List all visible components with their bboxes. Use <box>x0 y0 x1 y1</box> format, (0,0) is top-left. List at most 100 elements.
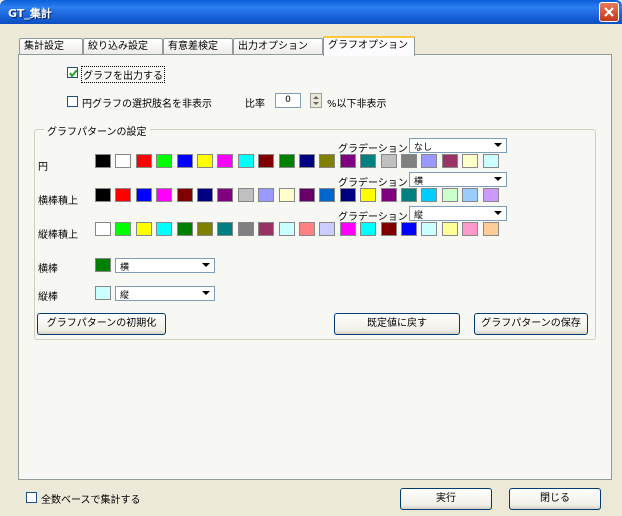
color-swatch[interactable] <box>441 188 458 202</box>
total-base-label[interactable]: 全数ベースで集計する <box>41 491 141 506</box>
color-swatch[interactable] <box>237 222 254 236</box>
close-window-button[interactable] <box>599 2 619 22</box>
gradation-label: グラデーション <box>338 144 408 155</box>
color-swatch[interactable] <box>217 222 234 236</box>
color-swatch[interactable] <box>156 222 173 236</box>
chevron-down-icon <box>491 173 506 186</box>
color-swatch[interactable] <box>156 188 173 202</box>
vbar-label: 縦棒 <box>38 292 58 303</box>
color-swatch[interactable] <box>135 222 152 236</box>
color-swatch[interactable] <box>176 222 193 236</box>
total-base-checkbox[interactable] <box>26 492 37 503</box>
color-swatch[interactable] <box>278 188 295 202</box>
color-swatch[interactable] <box>135 154 152 168</box>
hide-pie-labels-label[interactable]: 円グラフの選択肢名を非表示 <box>82 95 212 110</box>
color-swatch[interactable] <box>339 188 356 202</box>
color-swatch[interactable] <box>380 222 397 236</box>
ratio-spinner[interactable] <box>310 93 322 108</box>
color-swatch[interactable] <box>421 154 438 168</box>
run-button[interactable]: 実行 <box>400 488 492 510</box>
color-swatch[interactable] <box>176 188 193 202</box>
color-swatch[interactable] <box>115 154 132 168</box>
close-button[interactable]: 閉じる <box>509 488 601 510</box>
color-swatch[interactable] <box>135 188 152 202</box>
pie-row-label: 円 <box>38 162 48 173</box>
vbar-stack-gradation-select[interactable]: 縦 <box>409 206 507 221</box>
color-swatch[interactable] <box>401 222 417 236</box>
color-swatch[interactable] <box>176 154 193 168</box>
close-icon <box>604 7 614 17</box>
color-swatch[interactable] <box>197 154 213 168</box>
check-icon <box>69 69 78 78</box>
color-swatch[interactable] <box>115 188 132 202</box>
color-swatch[interactable] <box>197 188 213 202</box>
color-swatch[interactable] <box>482 188 499 202</box>
color-swatch[interactable] <box>95 154 111 168</box>
color-swatch[interactable] <box>319 222 336 236</box>
color-swatch[interactable] <box>401 188 417 202</box>
color-swatch[interactable] <box>258 222 275 236</box>
tab-output-options[interactable]: 出力オプション <box>233 38 323 55</box>
vbar-direction-select[interactable]: 縦 <box>115 286 215 301</box>
tab-filter-settings[interactable]: 絞り込み設定 <box>83 38 163 55</box>
color-swatch[interactable] <box>482 222 499 236</box>
color-swatch[interactable] <box>95 188 111 202</box>
color-swatch[interactable] <box>299 222 315 236</box>
gradation-label: グラデーション <box>338 178 408 189</box>
color-swatch[interactable] <box>156 154 173 168</box>
restore-default-button[interactable]: 既定値に戻す <box>334 313 460 335</box>
color-swatch[interactable] <box>339 154 356 168</box>
color-swatch[interactable] <box>339 222 356 236</box>
color-swatch[interactable] <box>217 154 234 168</box>
color-swatch[interactable] <box>462 222 479 236</box>
reset-pattern-button[interactable]: グラフパターンの初期化 <box>37 313 166 335</box>
color-swatch[interactable] <box>115 222 132 236</box>
color-swatch[interactable] <box>462 154 479 168</box>
color-swatch[interactable] <box>462 188 479 202</box>
color-swatch[interactable] <box>217 188 234 202</box>
hbar-color-swatch[interactable] <box>95 258 111 272</box>
save-pattern-button[interactable]: グラフパターンの保存 <box>474 313 588 335</box>
vbar-stack-gradation-value: 縦 <box>414 211 424 221</box>
tab-graph-options[interactable]: グラフオプション <box>323 36 415 56</box>
color-swatch[interactable] <box>278 222 295 236</box>
color-swatch[interactable] <box>299 188 315 202</box>
color-swatch[interactable] <box>299 154 315 168</box>
hide-pie-labels-checkbox[interactable] <box>67 96 78 107</box>
color-swatch[interactable] <box>380 154 397 168</box>
ratio-input[interactable]: 0 <box>275 93 301 108</box>
color-swatch[interactable] <box>278 154 295 168</box>
color-swatch[interactable] <box>237 154 254 168</box>
color-swatch[interactable] <box>95 222 111 236</box>
color-swatch[interactable] <box>441 222 458 236</box>
color-swatch[interactable] <box>258 188 275 202</box>
color-swatch[interactable] <box>441 154 458 168</box>
color-swatch[interactable] <box>401 154 417 168</box>
hbar-stack-row-label: 横棒積上 <box>38 196 78 207</box>
color-swatch[interactable] <box>360 188 377 202</box>
color-swatch[interactable] <box>360 222 377 236</box>
hbar-stack-gradation-select[interactable]: 横 <box>409 172 507 187</box>
color-swatch[interactable] <box>482 154 499 168</box>
vbar-color-swatch[interactable] <box>95 286 111 300</box>
output-graph-checkbox[interactable] <box>67 67 78 78</box>
vbar-stack-row-label: 縦棒積上 <box>38 230 78 241</box>
tab-tally-settings[interactable]: 集計設定 <box>19 38 83 55</box>
color-swatch[interactable] <box>197 222 213 236</box>
color-swatch[interactable] <box>237 188 254 202</box>
color-swatch[interactable] <box>258 154 275 168</box>
hbar-direction-select[interactable]: 横 <box>115 258 215 273</box>
color-swatch[interactable] <box>360 154 377 168</box>
color-swatch[interactable] <box>319 188 336 202</box>
hbar-stack-gradation-value: 横 <box>414 177 424 187</box>
color-swatch[interactable] <box>421 222 438 236</box>
color-swatch[interactable] <box>319 154 336 168</box>
gradation-label: グラデーション <box>338 212 408 223</box>
chevron-down-icon <box>199 259 214 272</box>
tab-significance-test[interactable]: 有意差検定 <box>163 38 233 55</box>
color-swatch[interactable] <box>421 188 438 202</box>
output-graph-label[interactable]: グラフを出力する <box>81 66 165 83</box>
color-swatch[interactable] <box>380 188 397 202</box>
pie-gradation-select[interactable]: なし <box>409 138 507 153</box>
chevron-down-icon <box>491 139 506 152</box>
